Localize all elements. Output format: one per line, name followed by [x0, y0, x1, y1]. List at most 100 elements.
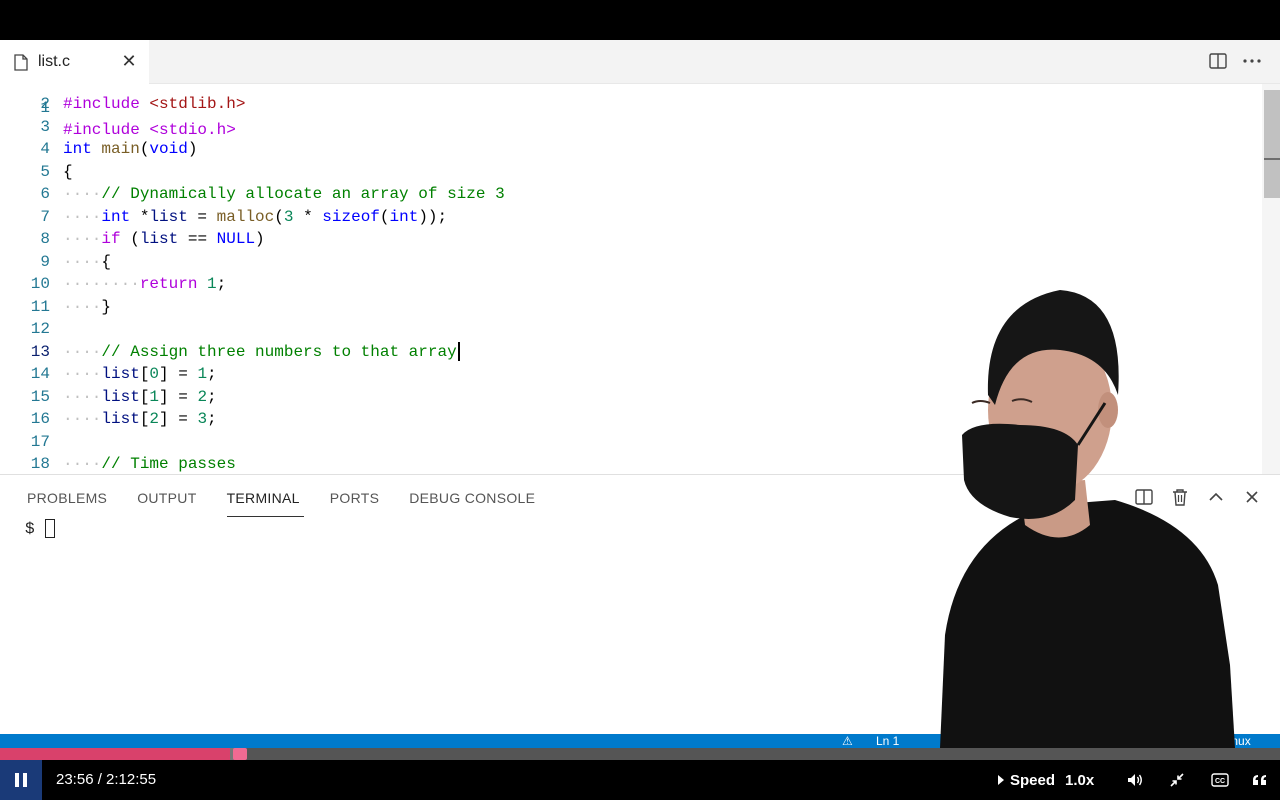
volume-icon[interactable]	[1125, 770, 1145, 790]
code-token: {	[101, 252, 112, 271]
code-token: ····	[63, 342, 102, 361]
code-line: 3	[0, 116, 1262, 138]
code-token: // Assign three numbers to that array	[101, 342, 457, 361]
code-token: ····	[63, 185, 102, 203]
code-token: (	[379, 207, 390, 226]
code-token: 0	[149, 365, 160, 383]
line-text: ········return 1;	[63, 273, 226, 295]
code-token: ] =	[159, 387, 198, 406]
code-token: ));	[418, 207, 448, 226]
code-token: [	[139, 365, 150, 383]
code-token: ····	[63, 387, 102, 406]
code-token: =	[187, 207, 217, 226]
code-line: 5{	[0, 161, 1262, 183]
line-number: 12	[30, 320, 50, 338]
video-letterbox-top	[0, 0, 1280, 40]
line-number: 2	[40, 95, 50, 113]
transcript-icon[interactable]	[1250, 770, 1270, 790]
line-number: 18	[30, 455, 50, 473]
tab-label: list.c	[38, 53, 70, 70]
code-token: int	[63, 140, 102, 158]
code-token: if	[101, 230, 131, 248]
code-line-1-partial: 1 #include <stdio.h>	[0, 84, 1262, 139]
code-token: return	[139, 275, 208, 293]
line-text: ····list[0] = 1;	[63, 363, 217, 385]
code-token: main	[101, 140, 140, 158]
tab-output[interactable]: OUTPUT	[137, 487, 196, 517]
warning-icon[interactable]: ⚠	[842, 734, 853, 748]
pause-button[interactable]	[0, 760, 42, 800]
code-token: )	[255, 230, 265, 248]
line-number: 15	[30, 387, 50, 406]
tab-ports[interactable]: PORTS	[330, 487, 379, 517]
code-line: 9 ····{	[0, 251, 1262, 273]
captions-icon[interactable]: CC	[1210, 770, 1230, 790]
line-text: ····if (list == NULL)	[63, 228, 265, 250]
code-token: int	[101, 207, 140, 226]
tab-debug-console[interactable]: DEBUG CONSOLE	[409, 487, 535, 517]
text-cursor	[457, 341, 460, 361]
code-line: 7 ····int *list = malloc(3 * sizeof(int))…	[0, 206, 1262, 228]
code-line: 8 ····if (list == NULL)	[0, 228, 1262, 250]
code-token: ····	[63, 365, 102, 383]
line-number: 11	[30, 297, 50, 316]
code-token: (	[274, 207, 284, 226]
panel-tabs: PROBLEMS OUTPUT TERMINAL PORTS DEBUG CONSOLE	[27, 487, 535, 517]
speed-button[interactable]: Speed 1.0x	[998, 760, 1094, 800]
video-progress-bar[interactable]	[0, 748, 1280, 760]
code-token: ] =	[159, 410, 198, 428]
line-number: 13	[30, 342, 50, 361]
code-token: ==	[178, 230, 217, 248]
line-number: 10	[30, 275, 50, 293]
line-text: {	[63, 161, 73, 183]
code-token: ] =	[159, 365, 198, 383]
code-line: 2 #include <stdlib.h>	[0, 93, 1262, 115]
presenter-video-overlay	[940, 290, 1235, 748]
code-token: list	[101, 410, 140, 428]
line-text: ····// Assign three numbers to that arra…	[63, 341, 460, 363]
line-number: 4	[40, 140, 50, 158]
code-token: }	[101, 297, 112, 316]
more-actions-icon[interactable]	[1242, 51, 1262, 71]
terminal-prompt-line[interactable]: $	[25, 519, 55, 538]
line-text: ····list[1] = 2;	[63, 386, 217, 408]
code-token: list	[139, 230, 179, 248]
close-icon[interactable]	[1242, 487, 1262, 507]
code-token: ;	[207, 365, 217, 383]
close-icon[interactable]: ✕	[119, 51, 139, 71]
code-token: #include	[63, 95, 150, 113]
code-token: ····	[63, 230, 102, 248]
line-number: 8	[40, 230, 50, 248]
svg-text:CC: CC	[1215, 778, 1225, 785]
tab-list-c[interactable]: list.c ✕	[0, 40, 149, 84]
progress-scrubber[interactable]	[233, 748, 248, 760]
code-token: 1	[197, 365, 208, 383]
code-token: {	[63, 162, 73, 181]
line-number: 17	[30, 432, 50, 451]
code-token: ····	[63, 207, 102, 226]
code-line: 4 int main(void)	[0, 138, 1262, 160]
scrollbar-thumb[interactable]	[1264, 90, 1280, 198]
code-line: 6 ····// Dynamically allocate an array of…	[0, 183, 1262, 205]
caret-right-icon	[998, 775, 1004, 785]
tab-terminal[interactable]: TERMINAL	[226, 487, 304, 517]
scrollbar-cursor-marker	[1264, 158, 1280, 160]
line-text: #include <stdlib.h>	[63, 93, 245, 115]
speed-value: 1.0x	[1065, 771, 1095, 789]
terminal-cursor	[44, 519, 55, 538]
line-number: 6	[40, 185, 50, 203]
exit-fullscreen-icon[interactable]	[1167, 770, 1187, 790]
line-text: ····{	[63, 251, 111, 273]
cursor-position[interactable]: Ln 1	[876, 734, 899, 748]
line-number: 14	[30, 365, 50, 383]
tab-problems[interactable]: PROBLEMS	[27, 487, 107, 517]
code-token: NULL	[216, 230, 256, 248]
code-token: [	[139, 387, 150, 406]
file-icon	[14, 53, 28, 71]
code-token: 3	[197, 410, 208, 428]
split-editor-icon[interactable]	[1208, 51, 1228, 71]
time-display: 23:56 / 2:12:55	[56, 771, 157, 788]
line-number: 9	[40, 252, 50, 271]
editor-scrollbar[interactable]	[1262, 84, 1280, 474]
line-number: 16	[30, 410, 50, 428]
